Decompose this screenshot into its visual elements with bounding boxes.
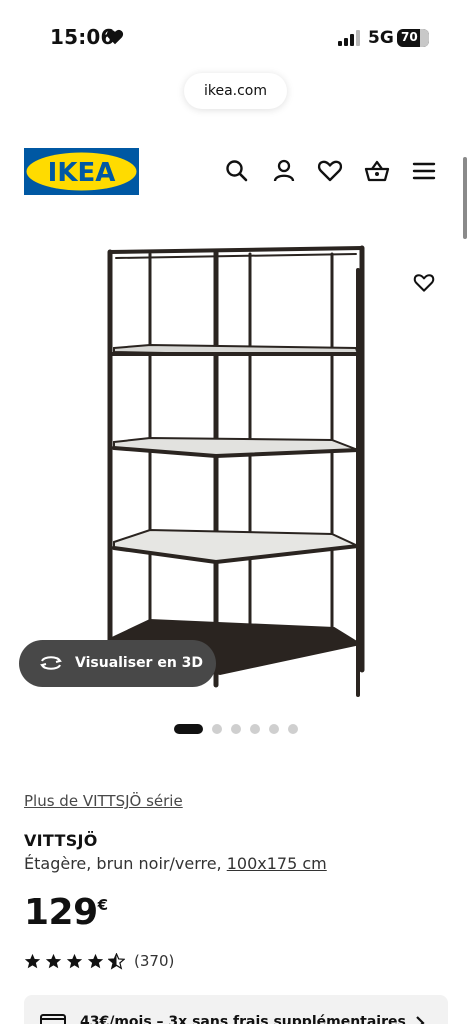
network-label: 5G [368, 28, 394, 48]
carousel-dot[interactable] [269, 724, 279, 734]
status-bar: 15:06 5G 70 [0, 0, 471, 70]
chevron-right-icon [416, 1016, 425, 1024]
ikea-logo[interactable]: IKEA [24, 148, 139, 195]
menu-icon[interactable] [411, 158, 437, 184]
product-description: Étagère, brun noir/verre, 100x175 cm [24, 854, 327, 873]
carousel-dot[interactable] [212, 724, 222, 734]
user-icon[interactable] [271, 158, 297, 184]
rotate-3d-icon [40, 656, 62, 670]
battery-icon: 70 [397, 29, 429, 47]
favorite-button[interactable] [402, 261, 446, 305]
url-bar[interactable]: ikea.com [184, 73, 287, 109]
carousel-dot[interactable] [288, 724, 298, 734]
dimensions-link[interactable]: 100x175 cm [227, 854, 327, 873]
signal-icon [338, 30, 360, 46]
star-half-icon [108, 953, 125, 970]
star-icon [87, 953, 104, 969]
heart-icon [413, 274, 435, 292]
currency: € [97, 896, 108, 914]
logo-text: IKEA [48, 158, 116, 188]
star-icon [66, 953, 83, 969]
heart-icon[interactable] [317, 158, 343, 184]
price: 129€ [24, 892, 108, 933]
product-image[interactable] [24, 230, 448, 700]
review-count[interactable]: (370) [134, 952, 174, 970]
view-3d-label: Visualiser en 3D [75, 655, 204, 671]
battery-level: 70 [401, 30, 418, 44]
description-text: Étagère, brun noir/verre, [24, 854, 227, 873]
ikea-logo-mark: IKEA [24, 148, 139, 195]
view-3d-button[interactable]: Visualiser en 3D [19, 640, 216, 687]
product-name: VITTSJÖ [24, 831, 98, 850]
carousel-dot[interactable] [231, 724, 241, 734]
series-link[interactable]: Plus de VITTSJÖ série [24, 792, 183, 810]
payment-icon [40, 1014, 66, 1024]
payment-text: 43€/mois – 3x sans frais supplémentaires [80, 1014, 406, 1024]
payment-card[interactable]: 43€/mois – 3x sans frais supplémentaires [24, 995, 448, 1024]
search-icon[interactable] [224, 158, 250, 184]
heart-status-icon [106, 29, 124, 45]
carousel-dot[interactable] [174, 724, 203, 734]
status-time: 15:06 [50, 25, 115, 49]
star-icon [45, 953, 62, 969]
basket-icon[interactable] [364, 158, 390, 184]
scrollbar[interactable] [463, 157, 467, 239]
star-icon [24, 953, 41, 969]
price-value: 129 [24, 892, 98, 933]
carousel-dot[interactable] [250, 724, 260, 734]
